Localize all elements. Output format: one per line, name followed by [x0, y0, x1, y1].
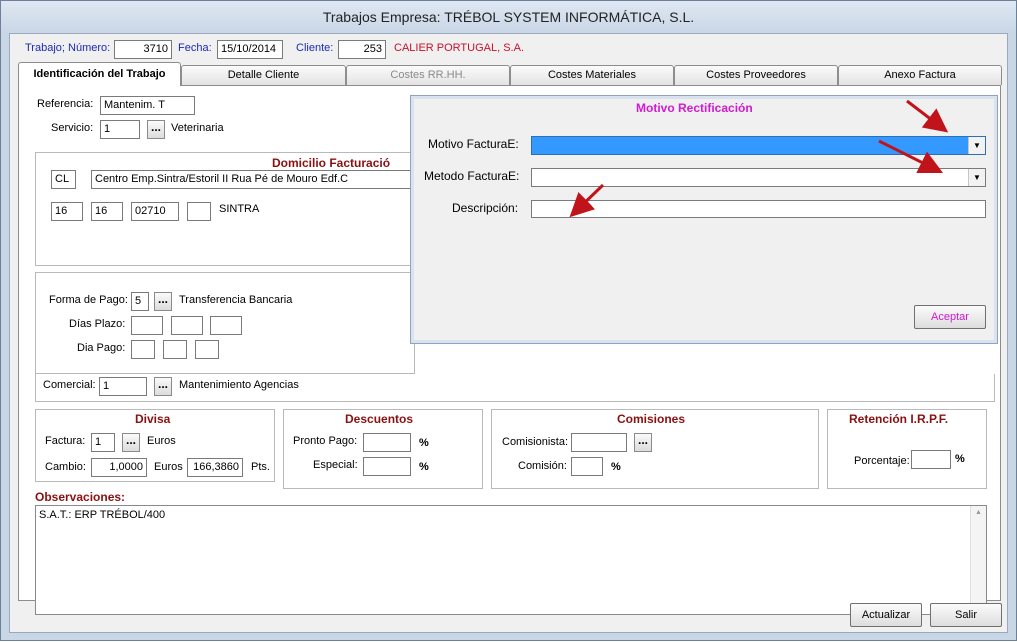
- arrow-icon: [569, 183, 605, 218]
- window: Trabajos Empresa: TRÉBOL SYSTEM INFORMÁT…: [0, 0, 1017, 641]
- arrow-icon: [906, 99, 949, 133]
- arrow-icon: [878, 139, 944, 174]
- annotation-arrows: [569, 99, 949, 218]
